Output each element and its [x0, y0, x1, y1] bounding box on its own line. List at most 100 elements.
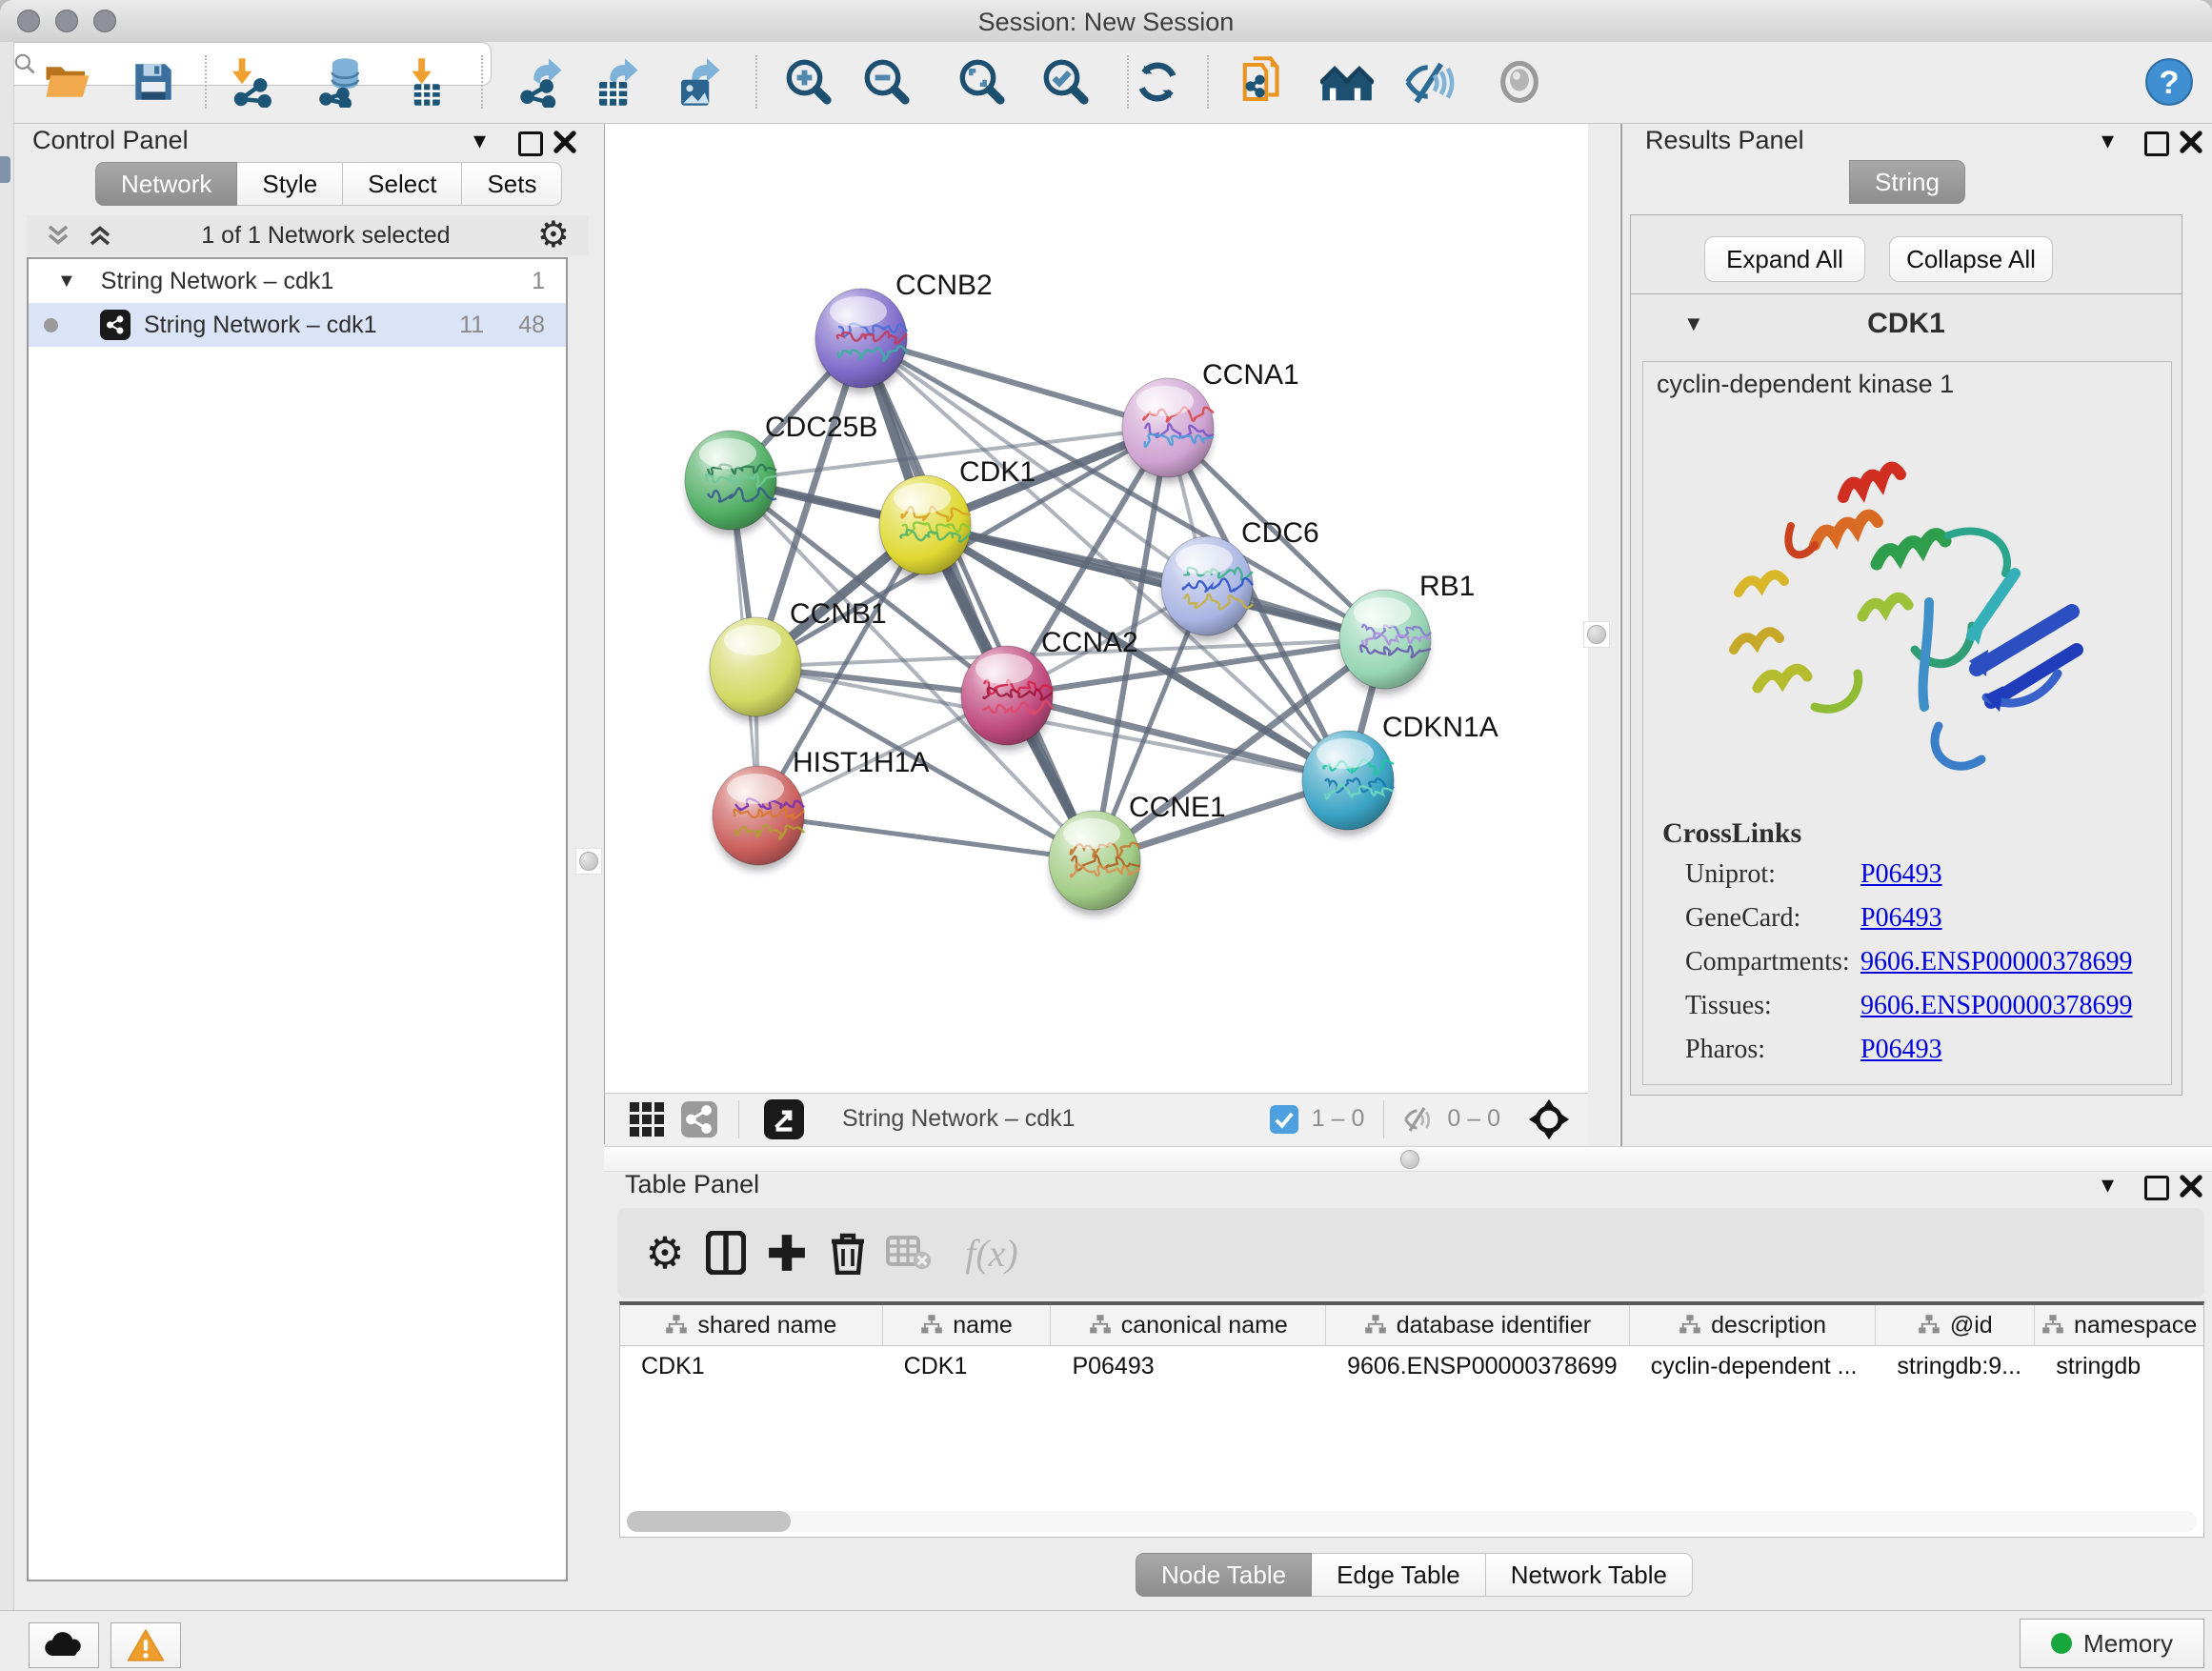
table-panel-close-icon[interactable] [2179, 1174, 2203, 1198]
column-header-canonical-name[interactable]: canonical name [1051, 1305, 1326, 1345]
show-columns-icon[interactable] [695, 1222, 756, 1283]
column-header-name[interactable]: name [883, 1305, 1052, 1345]
crosslink-genecard-link[interactable]: P06493 [1860, 903, 1942, 934]
delete-table-icon[interactable] [878, 1222, 939, 1283]
column-header-namespace[interactable]: namespace [2035, 1305, 2203, 1345]
tab-string[interactable]: String [1849, 160, 1965, 204]
cloud-button[interactable] [29, 1622, 99, 1668]
selected-node-edge-counts: 1 – 0 [1312, 1105, 1365, 1133]
node-table-header: shared name name canonical name database… [620, 1305, 2203, 1346]
control-panel-menu-icon[interactable]: ▾ [473, 126, 486, 155]
network-collection-row[interactable]: ▼ String Network – cdk1 1 [29, 259, 566, 303]
node-label-CDK1: CDK1 [959, 456, 1036, 488]
grid-view-icon[interactable] [630, 1102, 664, 1137]
column-header-shared-name[interactable]: shared name [620, 1305, 883, 1345]
main-toolbar: ? [0, 42, 2212, 124]
results-panel-menu-icon[interactable]: ▾ [2101, 126, 2114, 155]
layout-refresh-button[interactable] [1130, 54, 1185, 110]
results-panel: Results Panel ▾ String Expand All Collap… [1622, 124, 2212, 1146]
memory-button[interactable]: Memory [2020, 1619, 2204, 1668]
tab-edge-table[interactable]: Edge Table [1312, 1553, 1486, 1597]
horizontal-splitter-dot[interactable] [1400, 1150, 1419, 1169]
expand-all-button[interactable]: Expand All [1704, 236, 1865, 282]
right-splitter-handle[interactable] [1583, 621, 1610, 648]
column-type-icon [2041, 1314, 2064, 1337]
open-in-new-window-icon[interactable] [764, 1099, 804, 1139]
houses-icon [1320, 55, 1374, 109]
table-panel-float-icon[interactable] [2144, 1176, 2169, 1200]
import-network-database-button[interactable] [315, 54, 371, 110]
control-panel-title: Control Panel [32, 126, 189, 155]
crosslink-tissues-link[interactable]: 9606.ENSP00000378699 [1860, 991, 2132, 1021]
hidden-elements-icon [1401, 1102, 1436, 1137]
table-panel-menu-icon[interactable]: ▾ [2101, 1170, 2114, 1199]
import-table-button[interactable] [397, 54, 452, 110]
share-network-icon[interactable] [681, 1101, 717, 1137]
network-canvas[interactable]: CCNB2CCNA1CDC25BCDK1CDC6RB1CCNB1CCNA2CDK… [604, 124, 1588, 1093]
warning-icon [127, 1628, 165, 1662]
help-button[interactable]: ? [2142, 54, 2197, 110]
crosslink-label: Compartments: [1685, 947, 1850, 976]
database-import-icon [317, 56, 369, 108]
function-builder-button[interactable]: f(x) [939, 1222, 1044, 1283]
results-panel-close-icon[interactable] [2179, 130, 2203, 154]
expand-all-chevrons-icon[interactable] [86, 221, 114, 250]
tab-sets[interactable]: Sets [462, 162, 562, 206]
collapse-all-button[interactable]: Collapse All [1889, 236, 2053, 282]
crosslink-pharos-link[interactable]: P06493 [1860, 1035, 1942, 1065]
crosslink-uniprot-link[interactable]: P06493 [1860, 859, 1942, 890]
tab-node-table[interactable]: Node Table [1136, 1553, 1312, 1597]
toggle-visibility-button[interactable] [1492, 54, 1547, 110]
node-label-RB1: RB1 [1419, 571, 1475, 602]
table-options-gear-icon[interactable]: ⚙ [634, 1222, 695, 1283]
column-header-description[interactable]: description [1630, 1305, 1877, 1345]
open-session-button[interactable] [40, 54, 95, 110]
horizontal-splitter[interactable] [604, 1146, 2212, 1172]
network-list-options-gear-icon[interactable]: ⚙ [537, 217, 570, 253]
results-panel-float-icon[interactable] [2144, 131, 2169, 156]
table-row[interactable]: CDK1 CDK1 P06493 9606.ENSP00000378699 cy… [620, 1346, 2203, 1388]
warning-button[interactable] [111, 1622, 181, 1668]
hide-unhide-button[interactable] [1402, 54, 1458, 110]
string-home-button[interactable] [1319, 54, 1375, 110]
tab-network[interactable]: Network [95, 162, 237, 206]
tab-style[interactable]: Style [237, 162, 343, 206]
tab-network-table[interactable]: Network Table [1486, 1553, 1693, 1597]
save-session-button[interactable] [126, 54, 181, 110]
string-network-graph[interactable]: CCNB2CCNA1CDC25BCDK1CDC6RB1CCNB1CCNA2CDK… [605, 124, 1588, 1093]
tree-caret-icon[interactable]: ▼ [57, 271, 76, 292]
zoom-selected-button[interactable] [1038, 54, 1094, 110]
crosslink-row: Compartments: [1685, 947, 1850, 977]
zoom-in-button[interactable] [781, 54, 836, 110]
crosslink-compartments-link[interactable]: 9606.ENSP00000378699 [1860, 947, 2132, 977]
network-row[interactable]: String Network – cdk1 11 48 [29, 303, 566, 347]
export-table-button[interactable] [589, 54, 644, 110]
selected-checkbox-icon[interactable] [1270, 1105, 1298, 1134]
control-panel-close-icon[interactable] [553, 130, 577, 154]
tab-select[interactable]: Select [343, 162, 462, 206]
node-label-CCNE1: CCNE1 [1129, 792, 1226, 823]
delete-column-trash-icon[interactable] [817, 1222, 878, 1283]
background-fragment [0, 156, 10, 183]
column-type-icon [1089, 1314, 1112, 1337]
toolbar-separator [205, 55, 207, 109]
column-header-database-identifier[interactable]: database identifier [1326, 1305, 1630, 1345]
export-network-button[interactable] [513, 54, 568, 110]
table-horizontal-scrollbar[interactable] [627, 1511, 2197, 1532]
export-image-button[interactable] [671, 54, 726, 110]
column-header-id[interactable]: @id [1876, 1305, 2035, 1345]
scrollbar-thumb[interactable] [627, 1511, 791, 1532]
zoom-out-button[interactable] [859, 54, 915, 110]
share-document-button[interactable] [1237, 54, 1292, 110]
birdseye-navigator-icon[interactable] [1527, 1097, 1571, 1141]
hidden-node-edge-counts: 0 – 0 [1447, 1105, 1500, 1133]
control-panel-float-icon[interactable] [518, 131, 543, 156]
gene-symbol: CDK1 [1631, 308, 2182, 340]
import-network-file-button[interactable] [222, 54, 277, 110]
left-splitter-handle[interactable] [575, 848, 602, 875]
collapse-all-chevrons-icon[interactable] [44, 221, 72, 250]
zoom-fit-button[interactable] [955, 54, 1010, 110]
toolbar-separator [755, 55, 757, 109]
create-column-icon[interactable] [756, 1222, 817, 1283]
gene-detail-box: cyclin-dependent kinase 1 [1642, 361, 2172, 1085]
